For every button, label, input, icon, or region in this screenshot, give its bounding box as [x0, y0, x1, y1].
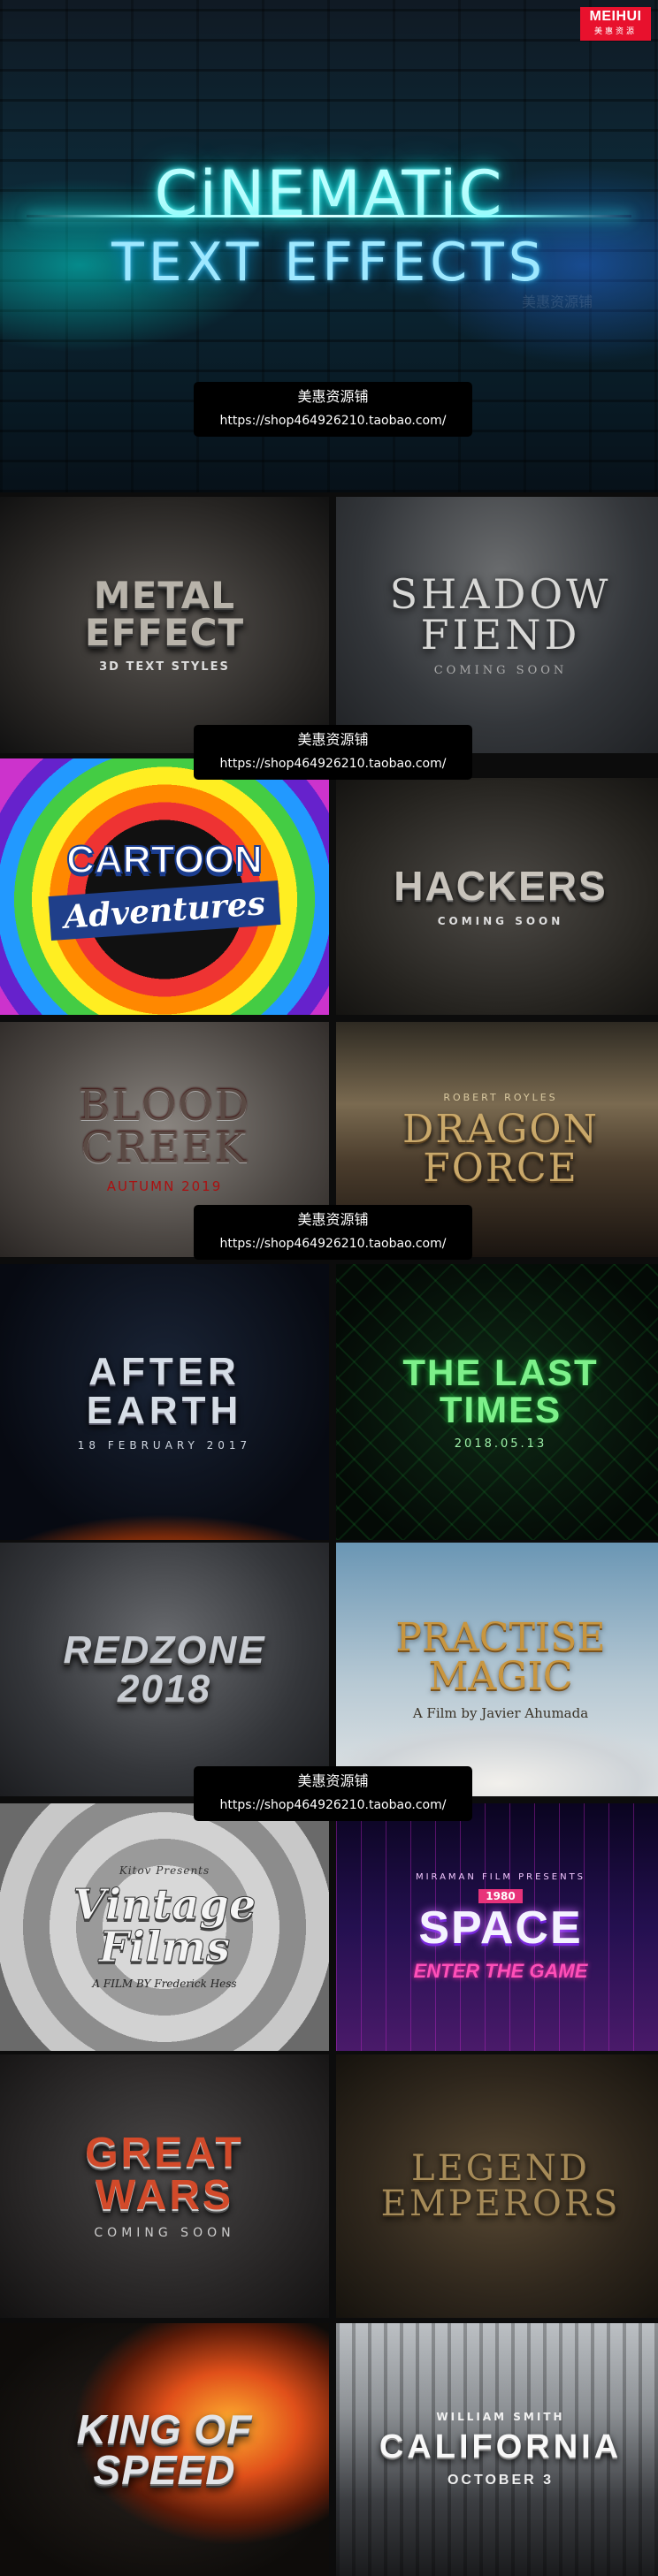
tile-legend-emperors[interactable]: LEGEND EMPERORS: [336, 2054, 658, 2318]
tile-title: CALIFORNIA: [379, 2428, 623, 2465]
tile-title: CARTOON: [65, 838, 264, 881]
tile-after-earth[interactable]: AFTER EARTH 18 FEBRUARY 2017: [0, 1264, 329, 1540]
tile-metal-effect[interactable]: METAL EFFECT 3D TEXT STYLES: [0, 497, 329, 753]
watermark-text: 美惠资源铺: [522, 293, 593, 310]
tile-presenter: Kitov Presents: [119, 1864, 210, 1877]
shop-url-link[interactable]: https://shop464926210.taobao.com/: [194, 1233, 472, 1254]
tile-title: BLOOD CREEK: [78, 1081, 251, 1173]
tile-the-last-times[interactable]: THE LAST TIMES 2018.05.13: [336, 1264, 658, 1540]
tile-presenter: ROBERT ROYLES: [443, 1091, 558, 1103]
shop-name: 美惠资源铺: [297, 731, 369, 748]
tile-great-wars[interactable]: GREAT WARS COMING SOON: [0, 2054, 329, 2318]
tile-redzone[interactable]: REDZONE 2018: [0, 1543, 329, 1796]
tile-title: Vintage Films: [73, 1880, 256, 1972]
tile-title: SHADOW FIEND: [389, 569, 612, 659]
tile-title: THE LAST TIMES: [402, 1351, 599, 1430]
shop-name: 美惠资源铺: [297, 1772, 369, 1789]
tile-title: AFTER EARTH: [86, 1350, 243, 1432]
neon-line-decoration: [27, 215, 631, 217]
shop-url-link[interactable]: https://shop464926210.taobao.com/: [194, 410, 472, 431]
tile-subtitle: 2018.05.13: [454, 1437, 547, 1451]
tile-subtitle: OCTOBER 3: [447, 2473, 555, 2488]
tile-space-enter-the-game[interactable]: MIRAMAN FILM PRESENTS 1980 SPACE ENTER T…: [336, 1803, 658, 2051]
shop-name: 美惠资源铺: [297, 1211, 369, 1228]
tile-subtitle: AUTUMN 2019: [106, 1178, 223, 1194]
tile-hackers[interactable]: HACKERS COMING SOON: [336, 778, 658, 1015]
meihui-logo[interactable]: MEIHUI 美惠资源: [580, 7, 651, 41]
tile-year-tag: 1980: [478, 1888, 523, 1903]
logo-subtext: 美惠资源: [593, 27, 637, 36]
shop-url-link[interactable]: https://shop464926210.taobao.com/: [194, 753, 472, 774]
tile-title: LEGEND EMPERORS: [380, 2148, 621, 2224]
tile-subtitle: A Film by Javier Ahumada: [412, 1704, 589, 1721]
tile-cartoon-adventures[interactable]: CARTOON Adventures: [0, 758, 329, 1015]
shop-badge[interactable]: 美惠资源铺 https://shop464926210.taobao.com/: [194, 382, 472, 437]
tile-subtitle: 18 FEBRUARY 2017: [77, 1439, 252, 1452]
hero-title-line2: TEXT EFFECTS: [111, 232, 547, 293]
tile-vintage-films[interactable]: Kitov Presents Vintage Films A FILM BY F…: [0, 1803, 329, 2051]
tile-title: REDZONE 2018: [63, 1627, 266, 1711]
tile-presenter: WILLIAM SMITH: [436, 2411, 565, 2423]
tile-title: PRACTISE MAGIC: [395, 1614, 606, 1699]
tile-title: HACKERS: [394, 863, 608, 909]
shop-badge[interactable]: 美惠资源铺 https://shop464926210.taobao.com/: [194, 1766, 472, 1821]
tile-subtitle: COMING SOON: [437, 915, 564, 927]
shop-badge[interactable]: 美惠资源铺 https://shop464926210.taobao.com/: [194, 1205, 472, 1260]
tile-title: KING OF SPEED: [76, 2406, 253, 2493]
tile-practise-magic[interactable]: PRACTISE MAGIC A Film by Javier Ahumada: [336, 1543, 658, 1796]
tile-title: GREAT WARS: [85, 2130, 244, 2219]
tile-subtitle: Adventures: [48, 880, 281, 941]
shop-url-link[interactable]: https://shop464926210.taobao.com/: [194, 1795, 472, 1816]
tile-subtitle: 3D TEXT STYLES: [99, 659, 230, 674]
tile-subtitle: A FILM BY Frederick Hess: [92, 1978, 237, 1990]
tile-title: SPACE: [418, 1902, 583, 1954]
shop-name: 美惠资源铺: [297, 388, 369, 405]
tile-california[interactable]: WILLIAM SMITH CALIFORNIA OCTOBER 3: [336, 2323, 658, 2576]
tile-title: METAL EFFECT: [84, 573, 245, 654]
logo-text: MEIHUI: [589, 9, 642, 24]
shop-badge[interactable]: 美惠资源铺 https://shop464926210.taobao.com/: [194, 725, 472, 780]
hero-title-line1: CiNEMATiC: [154, 157, 504, 230]
tile-subtitle: COMING SOON: [94, 2226, 235, 2240]
tile-subtitle: COMING SOON: [433, 663, 568, 677]
tile-presenter: MIRAMAN FILM PRESENTS: [415, 1871, 586, 1882]
tile-king-of-speed[interactable]: KING OF SPEED: [0, 2323, 329, 2576]
tile-shadow-fiend[interactable]: SHADOW FIEND COMING SOON: [336, 497, 658, 753]
tile-subtitle: ENTER THE GAME: [413, 1959, 588, 1982]
tile-title: DRAGON FORCE: [402, 1106, 599, 1191]
